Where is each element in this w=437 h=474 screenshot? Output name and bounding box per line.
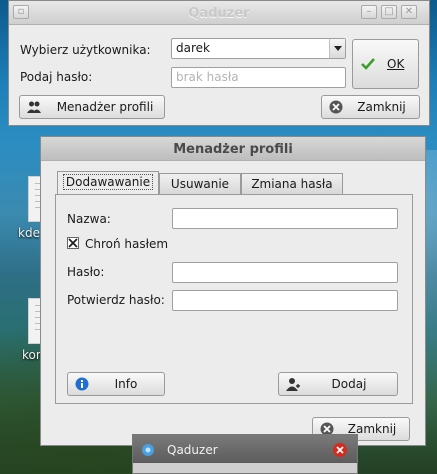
maximize-icon[interactable]: □ [381,5,397,19]
info-button-label: Info [114,377,138,391]
login-window: ▫ Qaduzer – □ ✕ Wybierz użytkownika: dar… [8,0,430,126]
login-titlebar[interactable]: ▫ Qaduzer – □ ✕ [9,1,429,25]
users-icon [27,101,41,113]
profile-manager-titlebar[interactable]: Menadżer profili [41,137,425,161]
login-close-button[interactable]: Zamknij [321,95,420,119]
name-input[interactable] [172,208,398,229]
checkbox-check-icon [68,238,78,248]
third-window-title: Qaduzer [167,443,218,457]
add-user-icon [286,378,300,391]
tab-change-password-label: Zmiana hasła [251,177,333,191]
password-label: Podaj hasło: [20,70,93,84]
close-icon[interactable]: ✕ [401,5,417,19]
name-label: Nazwa: [67,212,111,226]
checkmark-icon [361,58,375,70]
user-select[interactable]: darek [171,38,346,59]
info-icon [75,377,89,391]
close-circle-icon [329,100,343,114]
login-close-button-label: Zamknij [357,100,406,114]
tab-remove[interactable]: Usuwanie [159,173,241,194]
ok-button[interactable]: OK [352,39,419,89]
password-placeholder: brak hasła [176,70,239,84]
password-input[interactable]: brak hasła [171,67,346,88]
user-select-value: darek [176,41,210,55]
add-button-label: Dodaj [331,377,367,391]
protect-checkbox[interactable] [67,237,79,249]
ok-button-label: OK [387,57,405,71]
third-window-titlebar[interactable]: Qaduzer [133,435,357,463]
user-label: Wybierz użytkownika: [20,43,151,57]
tab-add-label: Dodawawanie [62,174,154,190]
profile-manager-title: Menadżer profili [173,142,293,157]
add-button[interactable]: Dodaj [278,372,398,396]
close-x-icon [336,446,344,454]
close-icon[interactable] [333,443,347,457]
new-password-label: Hasło: [67,265,105,279]
confirm-password-input[interactable] [172,290,398,311]
minimize-icon[interactable]: – [361,5,377,19]
chevron-down-icon[interactable] [329,39,345,58]
app-icon [142,444,154,456]
profile-manager-button-label: Menadżer profili [56,100,154,114]
profile-manager-window: Menadżer profili Dodawawanie Usuwanie Zm… [40,136,426,446]
third-window: Qaduzer [132,434,358,474]
new-password-input[interactable] [172,262,398,283]
info-button[interactable]: Info [67,372,165,396]
tab-change-password[interactable]: Zmiana hasła [241,173,343,194]
profile-manager-button[interactable]: Menadżer profili [19,95,165,119]
tab-remove-label: Usuwanie [170,177,230,191]
confirm-password-label: Potwierdz hasło: [67,293,165,307]
add-profile-panel: Nazwa: Chroń hasłem Hasło: Potwierdz has… [55,194,413,404]
protect-label: Chroń hasłem [85,237,169,251]
tab-add[interactable]: Dodawawanie [57,171,159,194]
